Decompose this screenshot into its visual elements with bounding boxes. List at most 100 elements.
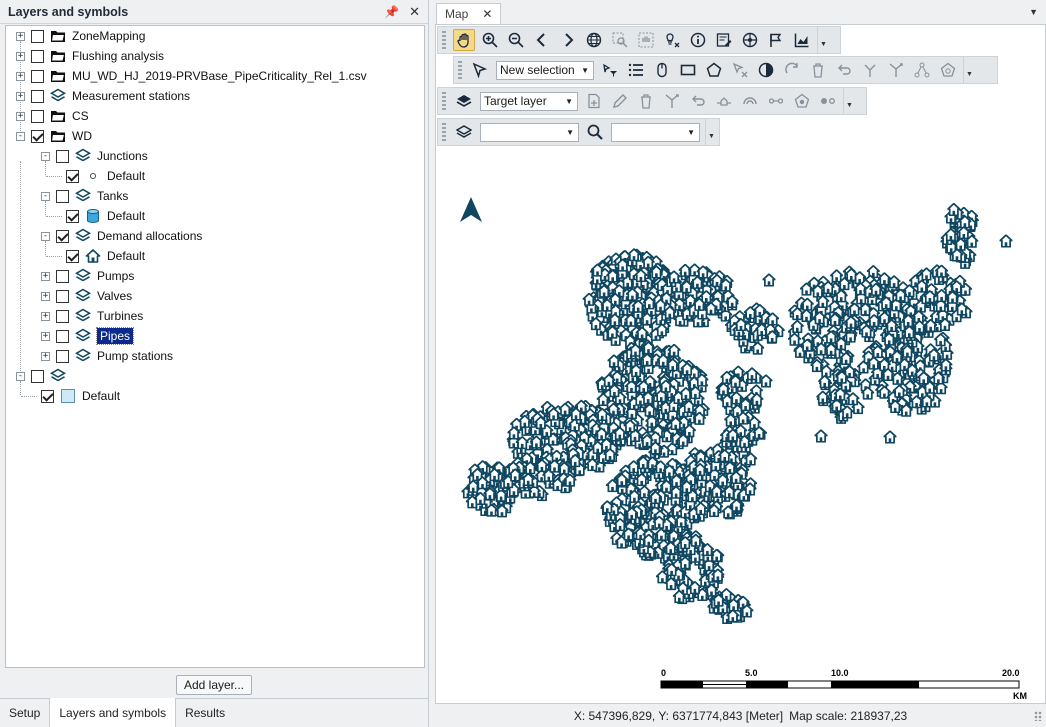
connect-icon[interactable]	[911, 59, 933, 81]
visibility-checkbox[interactable]	[31, 69, 44, 83]
list-icon[interactable]	[625, 59, 647, 81]
visibility-checkbox[interactable]	[56, 309, 69, 323]
search-dropdown[interactable]: ▼	[611, 122, 700, 142]
tree-item-default[interactable]: Default	[66, 207, 145, 225]
visibility-checkbox[interactable]	[56, 329, 69, 343]
visibility-checkbox[interactable]	[56, 149, 69, 163]
pan-selection-icon[interactable]	[635, 29, 657, 51]
select-by-filter-icon[interactable]	[599, 59, 621, 81]
clear-highlight-icon[interactable]	[661, 29, 683, 51]
visibility-checkbox[interactable]	[56, 229, 69, 243]
toolbar-grip[interactable]	[442, 31, 446, 49]
visibility-checkbox[interactable]	[66, 209, 79, 223]
toolbar-overflow-icon[interactable]: ▼	[705, 119, 717, 145]
back-arrow-icon[interactable]	[531, 29, 553, 51]
tree-item-default[interactable]: Default	[41, 387, 120, 405]
globe-icon[interactable]	[583, 29, 605, 51]
layers-icon[interactable]	[453, 121, 475, 143]
pump-node-icon[interactable]	[791, 90, 813, 112]
chart-icon[interactable]	[791, 29, 813, 51]
tree-item-measurement-stations[interactable]: + Measurement stations	[16, 87, 190, 105]
tree-item-demand-allocations[interactable]: - Demand allocations	[41, 227, 202, 245]
split-pipe-icon[interactable]	[661, 90, 683, 112]
visibility-checkbox[interactable]	[31, 129, 44, 143]
tab-results[interactable]: Results	[176, 699, 234, 727]
tree-item-valves[interactable]: + Valves	[41, 287, 132, 305]
visibility-checkbox[interactable]	[31, 29, 44, 43]
undo-icon[interactable]	[833, 59, 855, 81]
pencil-icon[interactable]	[609, 90, 631, 112]
pan-hand-icon[interactable]	[453, 29, 475, 51]
node-icon[interactable]	[937, 59, 959, 81]
undo-icon[interactable]	[687, 90, 709, 112]
visibility-checkbox[interactable]	[56, 269, 69, 283]
visibility-checkbox[interactable]	[41, 389, 54, 403]
info-icon[interactable]	[687, 29, 709, 51]
toolbar-overflow-icon[interactable]: ▼	[963, 57, 975, 83]
tab-setup[interactable]: Setup	[0, 699, 49, 727]
selection-mode-dropdown[interactable]: New selection ▼	[496, 60, 594, 80]
link-icon[interactable]	[765, 90, 787, 112]
target-layer-dropdown[interactable]: Target layer ▼	[480, 91, 578, 111]
select-pointer-icon[interactable]	[469, 59, 491, 81]
clear-selection-icon[interactable]	[729, 59, 751, 81]
collapse-icon[interactable]: -	[16, 371, 25, 381]
invert-selection-icon[interactable]	[755, 59, 777, 81]
tree-item-default[interactable]: Default	[66, 167, 145, 185]
network-icon[interactable]	[739, 29, 761, 51]
toolbar-grip[interactable]	[458, 61, 462, 79]
polygon-select-icon[interactable]	[703, 59, 725, 81]
trash-icon[interactable]	[635, 90, 657, 112]
panel-menu-icon[interactable]: ▼	[1029, 7, 1038, 17]
collapse-icon[interactable]: -	[41, 191, 50, 201]
target-layers-icon[interactable]	[453, 90, 475, 112]
branch-icon[interactable]	[885, 59, 907, 81]
rectangle-select-icon[interactable]	[677, 59, 699, 81]
expand-icon[interactable]: +	[16, 31, 25, 41]
visibility-checkbox[interactable]	[56, 289, 69, 303]
tree-item-zonemapping[interactable]: + ZoneMapping	[16, 27, 145, 45]
zoom-to-selection-icon[interactable]	[609, 29, 631, 51]
toolbar-overflow-icon[interactable]: ▼	[843, 88, 855, 114]
search-icon[interactable]	[584, 121, 606, 143]
expand-icon[interactable]: +	[41, 291, 50, 301]
layer-dropdown[interactable]: ▼	[480, 122, 579, 142]
toolbar-grip[interactable]	[442, 92, 446, 110]
pin-icon[interactable]: 📌	[384, 5, 399, 19]
tree-item-unnamed-layer[interactable]: -	[16, 367, 72, 385]
tree-item-junctions[interactable]: - Junctions	[41, 147, 148, 165]
dots-icon[interactable]	[817, 90, 839, 112]
tree-item-flushing-analysis[interactable]: + Flushing analysis	[16, 47, 164, 65]
forward-arrow-icon[interactable]	[557, 29, 579, 51]
arc-icon[interactable]	[739, 90, 761, 112]
edit-table-icon[interactable]	[713, 29, 735, 51]
expand-icon[interactable]: +	[16, 111, 25, 121]
close-tab-icon[interactable]: ✕	[482, 7, 492, 21]
pipe-node-icon[interactable]	[713, 90, 735, 112]
zoom-in-icon[interactable]	[479, 29, 501, 51]
expand-icon[interactable]: +	[16, 71, 25, 81]
tab-map[interactable]: Map ✕	[436, 3, 502, 24]
tree-item-wd[interactable]: - WD	[16, 127, 92, 145]
tab-layers-and-symbols[interactable]: Layers and symbols	[49, 698, 177, 727]
visibility-checkbox[interactable]	[31, 89, 44, 103]
collapse-icon[interactable]: -	[41, 151, 50, 161]
mouse-icon[interactable]	[651, 59, 673, 81]
tree-item-tanks[interactable]: - Tanks	[41, 187, 128, 205]
tree-item-mu-wd-hj-2019-prvbase-pipecriticality-rel-1-csv[interactable]: + MU_WD_HJ_2019-PRVBase_PipeCriticality_R…	[16, 67, 367, 85]
refresh-icon[interactable]	[781, 59, 803, 81]
visibility-checkbox[interactable]	[66, 169, 79, 183]
map-canvas[interactable]: 0 5.0 10.0 20.0 KM	[436, 149, 1045, 704]
new-feature-icon[interactable]	[583, 90, 605, 112]
tree-item-pumps[interactable]: + Pumps	[41, 267, 134, 285]
expand-icon[interactable]: +	[16, 91, 25, 101]
flag-icon[interactable]	[765, 29, 787, 51]
expand-icon[interactable]: +	[16, 51, 25, 61]
collapse-icon[interactable]: -	[41, 231, 50, 241]
collapse-icon[interactable]: -	[16, 131, 25, 141]
add-layer-button[interactable]: Add layer...	[176, 675, 252, 695]
expand-icon[interactable]: +	[41, 271, 50, 281]
toolbar-grip[interactable]	[442, 123, 446, 141]
expand-icon[interactable]: +	[41, 311, 50, 321]
visibility-checkbox[interactable]	[56, 189, 69, 203]
